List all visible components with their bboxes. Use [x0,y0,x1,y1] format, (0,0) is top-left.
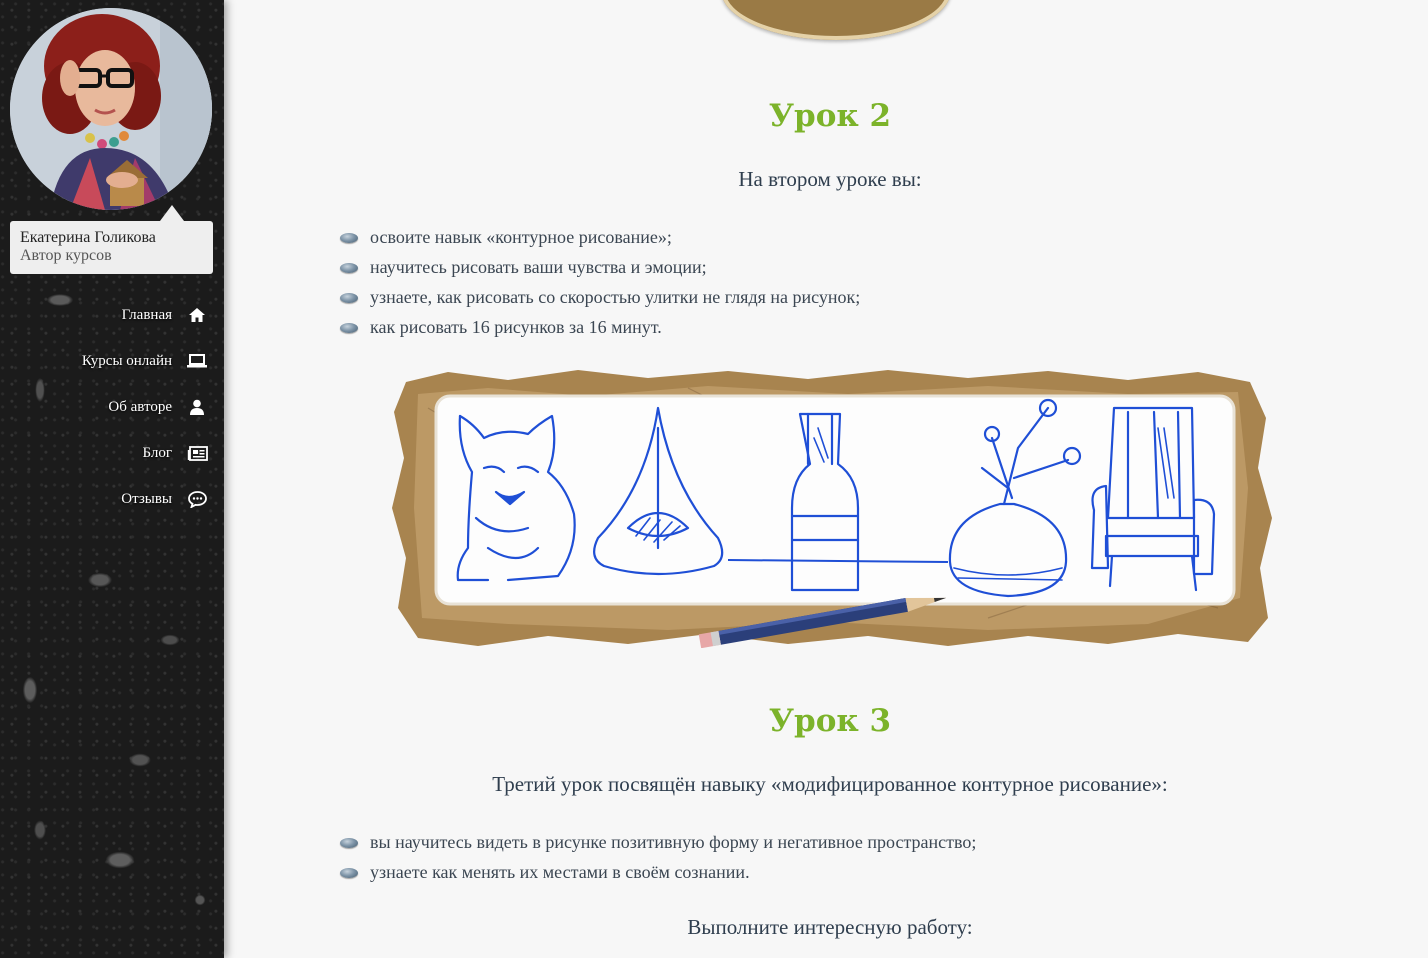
home-icon [186,305,208,325]
author-role: Автор курсов [20,247,112,264]
newspaper-icon [186,443,208,463]
sidebar: Екатерина Голикова Автор курсов Главная … [0,0,224,958]
bullet-icon [340,323,358,333]
list-item-text: узнаете как менять их местами в своём со… [370,862,750,882]
author-photo [10,8,212,210]
sketches-illustration [388,368,1273,649]
list-item-text: освоите навык «контурное рисование»; [370,227,672,247]
decorative-paper-circle [721,0,951,40]
lesson-2-title: Урок 2 [768,98,892,134]
list-item: как рисовать 16 рисунков за 16 минут. [338,312,860,342]
bullet-icon [340,293,358,303]
nav-item-blog[interactable]: Блог [142,438,208,468]
list-item-text: вы научитесь видеть в рисунке позитивную… [370,832,977,852]
lesson-2-list: освоите навык «контурное рисование»; нау… [338,222,860,342]
nav-item-home[interactable]: Главная [122,300,208,330]
laptop-icon [186,351,208,371]
avatar[interactable] [10,8,212,210]
nav-item-courses[interactable]: Курсы онлайн [82,346,208,376]
nav-label: Об авторе [108,398,172,415]
lesson-3-title: Урок 3 [768,703,892,739]
list-item: освоите навык «контурное рисование»; [338,222,860,252]
list-item-text: как рисовать 16 рисунков за 16 минут. [370,317,662,337]
list-item: узнаете как менять их местами в своём со… [338,857,976,887]
bullet-icon [340,263,358,273]
nav-item-about[interactable]: Об авторе [108,392,208,422]
bullet-icon [340,868,358,878]
lesson-2-intro: На втором уроке вы: [738,167,922,191]
nav-label: Блог [142,444,172,461]
list-item: научитесь рисовать ваши чувства и эмоции… [338,252,860,282]
list-item-text: узнаете, как рисовать со скоростью улитк… [370,287,861,307]
nav-label: Отзывы [121,490,172,507]
nav-label: Курсы онлайн [81,352,172,369]
lesson-3-task: Выполните интересную работу: [687,915,973,939]
lesson-3-list: вы научитесь видеть в рисунке позитивную… [338,827,976,887]
nav-item-reviews[interactable]: Отзывы [121,484,208,514]
list-item: вы научитесь видеть в рисунке позитивную… [338,827,976,857]
bullet-icon [340,838,358,848]
list-item-text: научитесь рисовать ваши чувства и эмоции… [370,257,707,277]
user-icon [186,397,208,417]
author-card: Екатерина Голикова Автор курсов [10,205,213,274]
main-content: Урок 2 На втором уроке вы: освоите навык… [226,0,1428,958]
lesson-3-intro: Третий урок посвящён навыку «модифициров… [492,772,1168,796]
nav-label: Главная [121,306,172,323]
list-item: узнаете, как рисовать со скоростью улитк… [338,282,860,312]
comment-icon [186,489,208,509]
bullet-icon [340,233,358,243]
author-name: Екатерина Голикова [20,229,156,246]
